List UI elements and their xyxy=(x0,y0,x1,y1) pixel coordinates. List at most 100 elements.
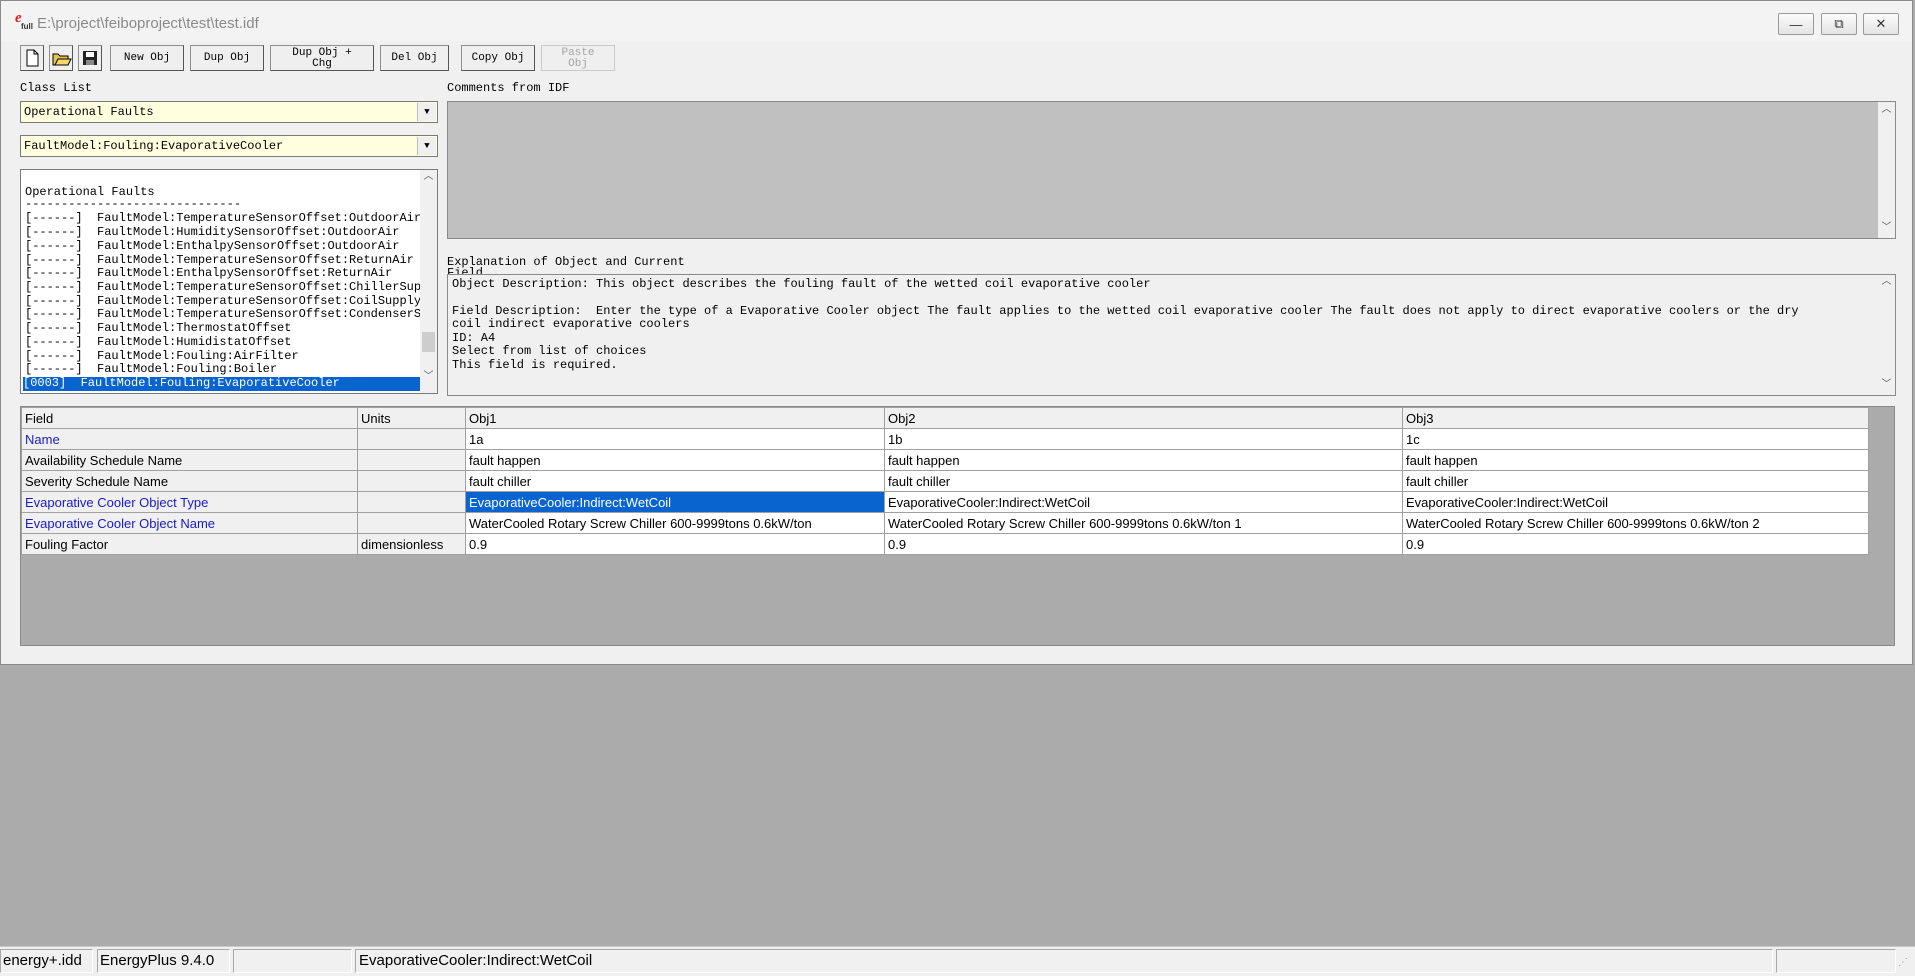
field-value-cell[interactable]: fault chiller xyxy=(1402,470,1869,492)
list-item[interactable]: [------] FaultModel:TemperatureSensorOff… xyxy=(25,212,421,226)
grid-scroll-gutter xyxy=(1869,407,1894,645)
resize-grip-icon[interactable]: ⋰ xyxy=(1898,957,1912,971)
explanation-line: Object Description: This object describe… xyxy=(452,277,1151,291)
grid-row: Severity Schedule Name fault chiller fau… xyxy=(21,470,1869,492)
column-header-field[interactable]: Field xyxy=(21,407,358,429)
dup-obj-button[interactable]: Dup Obj xyxy=(190,45,264,71)
field-units xyxy=(357,470,466,492)
field-units xyxy=(357,428,466,450)
restore-icon: ⧉ xyxy=(1834,16,1844,31)
field-name[interactable]: Severity Schedule Name xyxy=(21,470,358,492)
list-item[interactable]: [------] FaultModel:TemperatureSensorOff… xyxy=(25,281,437,295)
column-header-obj2[interactable]: Obj2 xyxy=(884,407,1403,429)
scroll-down-icon[interactable]: ﹀ xyxy=(1878,220,1895,236)
column-header-obj3[interactable]: Obj3 xyxy=(1402,407,1869,429)
field-value-cell[interactable]: EvaporativeCooler:Indirect:WetCoil xyxy=(1402,491,1869,513)
grid-row: Name 1a 1b 1c xyxy=(21,428,1869,450)
dup-obj-chg-button[interactable]: Dup Obj + Chg xyxy=(270,45,374,71)
comments-box[interactable]: ︿ ﹀ xyxy=(447,101,1896,239)
grid-header-row: Field Units Obj1 Obj2 Obj3 xyxy=(21,407,1869,429)
field-units xyxy=(357,512,466,534)
paste-obj-button[interactable]: Paste Obj xyxy=(541,45,615,71)
scroll-up-icon[interactable]: ︿ xyxy=(1878,275,1895,291)
field-name[interactable]: Evaporative Cooler Object Type xyxy=(21,491,358,513)
field-value-cell[interactable]: WaterCooled Rotary Screw Chiller 600-999… xyxy=(884,512,1403,534)
chevron-down-icon[interactable]: ▼ xyxy=(417,103,436,121)
comments-scrollbar[interactable]: ︿ ﹀ xyxy=(1878,102,1895,238)
scroll-thumb[interactable] xyxy=(422,332,435,352)
explanation-label-field: Field xyxy=(447,267,484,274)
explanation-line: Select from list of choices xyxy=(452,344,647,358)
field-units xyxy=(357,449,466,471)
field-units xyxy=(357,491,466,513)
list-item-selected[interactable]: [0003] FaultModel:Fouling:EvaporativeCoo… xyxy=(23,377,420,391)
scroll-down-icon[interactable]: ﹀ xyxy=(420,370,437,386)
grid-row: Evaporative Cooler Object Type Evaporati… xyxy=(21,491,1869,513)
list-item[interactable]: [------] FaultModel:EnthalpySensorOffset… xyxy=(25,240,399,254)
field-value-cell[interactable]: 1a xyxy=(465,428,885,450)
comments-label: Comments from IDF xyxy=(447,81,570,95)
new-file-icon xyxy=(26,49,39,67)
field-value-cell[interactable]: 0.9 xyxy=(1402,533,1869,555)
field-value-cell[interactable]: WaterCooled Rotary Screw Chiller 600-999… xyxy=(465,512,885,534)
window-title: E:\project\feiboproject\test\test.idf xyxy=(37,15,259,32)
open-folder-icon xyxy=(52,53,72,66)
field-value-cell[interactable]: EvaporativeCooler:Indirect:WetCoil xyxy=(884,491,1403,513)
field-name[interactable]: Name xyxy=(21,428,358,450)
field-value-cell[interactable]: 1b xyxy=(884,428,1403,450)
field-value-cell[interactable]: fault happen xyxy=(465,449,885,471)
column-header-obj1[interactable]: Obj1 xyxy=(465,407,885,429)
list-item[interactable]: [------] FaultModel:Fouling:Boiler xyxy=(25,363,277,377)
status-panel-empty xyxy=(1776,949,1896,973)
class-dropdown[interactable]: FaultModel:Fouling:EvaporativeCooler ▼ xyxy=(20,135,438,157)
list-item[interactable]: [------] FaultModel:HumiditySensorOffset… xyxy=(25,226,399,240)
del-obj-button[interactable]: Del Obj xyxy=(380,45,449,71)
explanation-scrollbar[interactable]: ︿ ﹀ xyxy=(1878,275,1895,395)
class-list-label: Class List xyxy=(20,81,93,95)
list-item[interactable]: [------] FaultModel:HumidistatOffset xyxy=(25,336,291,350)
close-button[interactable]: ✕ xyxy=(1863,13,1899,35)
open-file-button[interactable] xyxy=(49,45,73,71)
minimize-button[interactable]: — xyxy=(1778,13,1814,35)
main-window: e full E:\project\feiboproject\test\test.… xyxy=(0,0,1913,665)
group-dropdown[interactable]: Operational Faults ▼ xyxy=(20,101,438,123)
field-value-cell[interactable]: 1c xyxy=(1402,428,1869,450)
scroll-up-icon[interactable]: ︿ xyxy=(1878,102,1895,118)
field-value-cell[interactable]: fault happen xyxy=(884,449,1403,471)
scroll-down-icon[interactable]: ﹀ xyxy=(1878,378,1895,394)
title-bar[interactable]: e full E:\project\feiboproject\test\test.… xyxy=(1,1,1912,41)
class-list-scrollbar[interactable]: ︿ ﹀ xyxy=(420,170,437,393)
scroll-up-icon[interactable]: ︿ xyxy=(420,170,437,186)
field-name[interactable]: Fouling Factor xyxy=(21,533,358,555)
new-obj-button[interactable]: New Obj xyxy=(110,45,184,71)
explanation-box[interactable]: Object Description: This object describe… xyxy=(447,274,1896,396)
field-value-cell[interactable]: 0.9 xyxy=(884,533,1403,555)
field-value-cell[interactable]: fault happen xyxy=(1402,449,1869,471)
maximize-button[interactable]: ⧉ xyxy=(1821,13,1857,35)
field-value-cell[interactable]: WaterCooled Rotary Screw Chiller 600-999… xyxy=(1402,512,1869,534)
field-name[interactable]: Evaporative Cooler Object Name xyxy=(21,512,358,534)
status-version: EnergyPlus 9.4.0 xyxy=(97,949,230,973)
column-header-units[interactable]: Units xyxy=(357,407,466,429)
explanation-line: This field is required. xyxy=(452,358,618,372)
field-name[interactable]: Availability Schedule Name xyxy=(21,449,358,471)
copy-obj-button[interactable]: Copy Obj xyxy=(461,45,535,71)
status-panel-empty xyxy=(233,949,352,973)
status-current-value: EvaporativeCooler:Indirect:WetCoil xyxy=(355,949,1773,973)
field-value-cell[interactable]: 0.9 xyxy=(465,533,885,555)
save-disk-icon xyxy=(83,51,97,65)
field-value-cell[interactable]: fault chiller xyxy=(465,470,885,492)
explanation-line: coil indirect evaporative coolers xyxy=(452,317,690,331)
chevron-down-icon[interactable]: ▼ xyxy=(417,137,436,155)
minimize-icon: — xyxy=(1789,16,1803,32)
list-item[interactable]: [------] FaultModel:ThermostatOffset xyxy=(25,322,291,336)
field-value-cell[interactable]: fault chiller xyxy=(884,470,1403,492)
grid-row: Fouling Factor dimensionless 0.9 0.9 0.9 xyxy=(21,533,1869,555)
list-item[interactable]: [------] FaultModel:EnthalpySensorOffset… xyxy=(25,267,392,281)
grid-row: Availability Schedule Name fault happen … xyxy=(21,449,1869,471)
save-file-button[interactable] xyxy=(78,45,102,71)
field-value-cell-selected[interactable]: EvaporativeCooler:Indirect:WetCoil xyxy=(465,491,885,513)
list-item[interactable]: [------] FaultModel:TemperatureSensorOff… xyxy=(25,308,437,322)
class-list[interactable]: Operational Faults ---------------------… xyxy=(20,169,438,394)
new-file-button[interactable] xyxy=(20,45,44,71)
